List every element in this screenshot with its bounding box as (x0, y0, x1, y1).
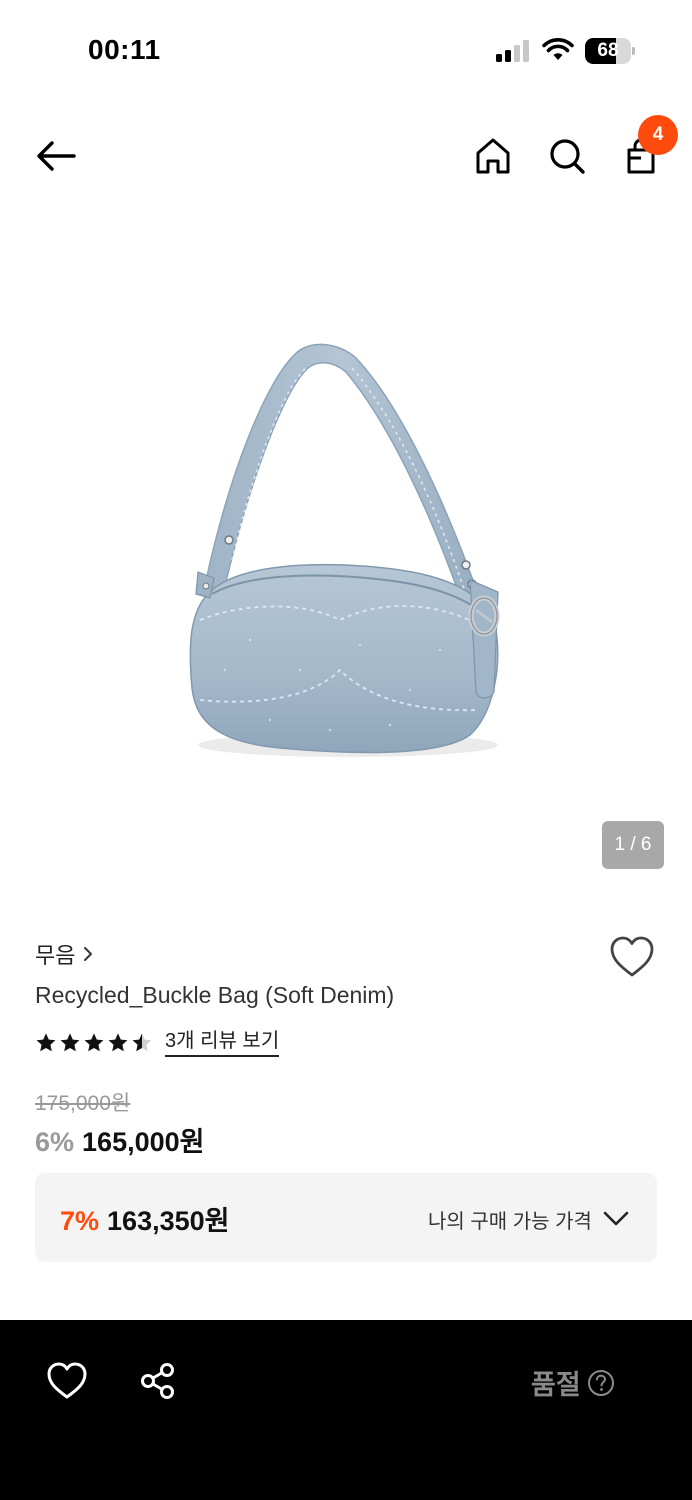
discount-rate: 6% (35, 1127, 75, 1157)
wishlist-heart-icon[interactable] (608, 935, 656, 979)
heart-icon[interactable] (46, 1361, 88, 1401)
product-name: Recycled_Buckle Bag (Soft Denim) (35, 982, 395, 1008)
star-icon (84, 1033, 104, 1052)
battery-level: 68 (597, 40, 619, 61)
back-button[interactable] (34, 136, 78, 176)
search-button[interactable] (545, 134, 589, 178)
my-price: 163,350원 (107, 1206, 230, 1236)
cellular-signal-icon (496, 40, 529, 62)
soldout-label: 품절 (531, 1370, 581, 1400)
star-icon (36, 1033, 56, 1052)
battery-indicator: 68 (585, 38, 635, 64)
star-icon (132, 1033, 152, 1052)
home-button[interactable] (471, 134, 515, 178)
original-price: 175,000원 (35, 1092, 131, 1115)
brand-name: 무음 (35, 943, 76, 968)
share-icon[interactable] (138, 1361, 178, 1401)
my-price-label: 나의 구매 가능 가격 (428, 1211, 592, 1233)
star-icon (60, 1033, 80, 1052)
chevron-right-icon (84, 947, 93, 961)
search-icon (550, 139, 585, 174)
my-price-dropdown[interactable]: 7% 163,350원 나의 구매 가능 가격 (35, 1173, 657, 1262)
sale-price: 165,000원 (82, 1127, 205, 1157)
brand-link[interactable]: 무음 (35, 938, 93, 970)
arrow-left-icon (37, 141, 76, 171)
star-rating (35, 1032, 153, 1054)
status-time: 00:11 (88, 34, 161, 65)
image-page-indicator: 1 / 6 (602, 821, 664, 869)
product-image[interactable] (0, 200, 692, 900)
cart-count-badge: 4 (638, 115, 678, 155)
price-row: 6% 165,000원 (35, 1120, 204, 1159)
question-circle-icon[interactable] (587, 1369, 615, 1397)
soldout-button[interactable]: 품절 (531, 1363, 615, 1402)
wifi-icon (542, 38, 574, 60)
rating-row: 3개 리뷰 보기 (35, 1026, 280, 1060)
home-icon (476, 138, 510, 174)
my-discount-rate: 7% (60, 1206, 100, 1236)
status-bar: 00:11 68 (0, 0, 692, 100)
bottom-action-bar: 품절 (0, 1320, 692, 1500)
review-link[interactable]: 3개 리뷰 보기 (165, 1029, 280, 1057)
chevron-down-icon (603, 1211, 629, 1226)
star-icon (108, 1033, 128, 1052)
